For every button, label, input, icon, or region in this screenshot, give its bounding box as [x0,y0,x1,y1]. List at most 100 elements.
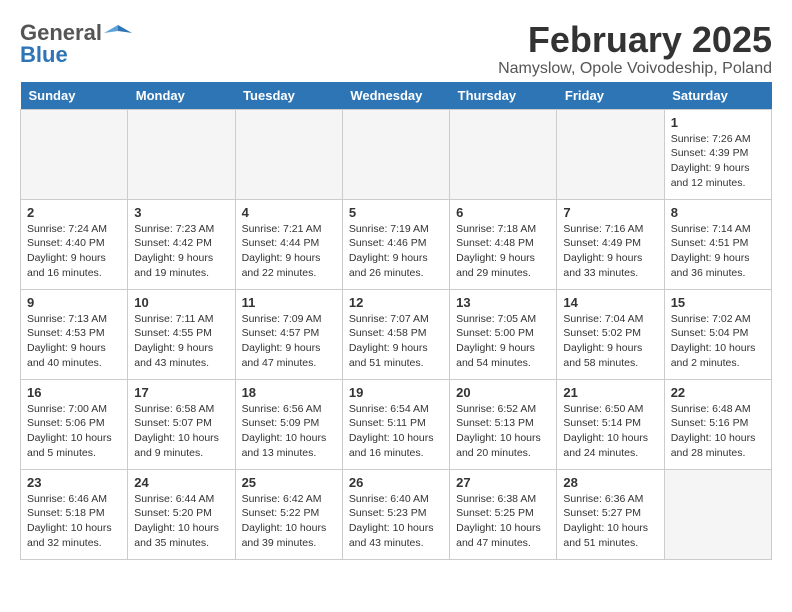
calendar-cell [128,109,235,199]
day-number: 8 [671,205,765,220]
cell-info: Sunrise: 6:42 AM Sunset: 5:22 PM Dayligh… [242,492,336,551]
cell-info: Sunrise: 6:50 AM Sunset: 5:14 PM Dayligh… [563,402,657,461]
calendar-cell [342,109,449,199]
cell-info: Sunrise: 6:48 AM Sunset: 5:16 PM Dayligh… [671,402,765,461]
cell-info: Sunrise: 7:00 AM Sunset: 5:06 PM Dayligh… [27,402,121,461]
col-tuesday: Tuesday [235,82,342,110]
calendar-cell [450,109,557,199]
logo-blue: Blue [20,42,68,68]
calendar-cell: 2 Sunrise: 7:24 AM Sunset: 4:40 PM Daylig… [21,199,128,289]
calendar-cell: 24 Sunrise: 6:44 AM Sunset: 5:20 PM Dayli… [128,469,235,559]
cell-info: Sunrise: 6:40 AM Sunset: 5:23 PM Dayligh… [349,492,443,551]
cell-info: Sunrise: 6:56 AM Sunset: 5:09 PM Dayligh… [242,402,336,461]
cell-info: Sunrise: 7:13 AM Sunset: 4:53 PM Dayligh… [27,312,121,371]
calendar-cell: 7 Sunrise: 7:16 AM Sunset: 4:49 PM Daylig… [557,199,664,289]
cell-info: Sunrise: 6:44 AM Sunset: 5:20 PM Dayligh… [134,492,228,551]
day-number: 27 [456,475,550,490]
calendar-cell: 4 Sunrise: 7:21 AM Sunset: 4:44 PM Daylig… [235,199,342,289]
day-number: 3 [134,205,228,220]
week-row-2: 2 Sunrise: 7:24 AM Sunset: 4:40 PM Daylig… [21,199,772,289]
week-row-3: 9Sunrise: 7:13 AM Sunset: 4:53 PM Daylig… [21,289,772,379]
cell-info: Sunrise: 7:09 AM Sunset: 4:57 PM Dayligh… [242,312,336,371]
day-number: 23 [27,475,121,490]
calendar-cell: 5Sunrise: 7:19 AM Sunset: 4:46 PM Daylig… [342,199,449,289]
calendar-cell: 1Sunrise: 7:26 AM Sunset: 4:39 PM Daylig… [664,109,771,199]
day-number: 28 [563,475,657,490]
day-number: 6 [456,205,550,220]
col-friday: Friday [557,82,664,110]
calendar-cell: 28 Sunrise: 6:36 AM Sunset: 5:27 PM Dayli… [557,469,664,559]
cell-info: Sunrise: 7:18 AM Sunset: 4:48 PM Dayligh… [456,222,550,281]
calendar-cell: 10 Sunrise: 7:11 AM Sunset: 4:55 PM Dayli… [128,289,235,379]
day-number: 7 [563,205,657,220]
calendar-cell: 16 Sunrise: 7:00 AM Sunset: 5:06 PM Dayli… [21,379,128,469]
cell-info: Sunrise: 6:58 AM Sunset: 5:07 PM Dayligh… [134,402,228,461]
day-number: 11 [242,295,336,310]
cell-info: Sunrise: 7:21 AM Sunset: 4:44 PM Dayligh… [242,222,336,281]
cell-info: Sunrise: 6:46 AM Sunset: 5:18 PM Dayligh… [27,492,121,551]
calendar-cell: 21 Sunrise: 6:50 AM Sunset: 5:14 PM Dayli… [557,379,664,469]
calendar-cell: 11 Sunrise: 7:09 AM Sunset: 4:57 PM Dayli… [235,289,342,379]
calendar-cell: 17 Sunrise: 6:58 AM Sunset: 5:07 PM Dayli… [128,379,235,469]
day-number: 14 [563,295,657,310]
cell-info: Sunrise: 7:11 AM Sunset: 4:55 PM Dayligh… [134,312,228,371]
calendar-cell: 26 Sunrise: 6:40 AM Sunset: 5:23 PM Dayli… [342,469,449,559]
logo-bird-icon [104,23,132,43]
calendar-cell: 22 Sunrise: 6:48 AM Sunset: 5:16 PM Dayli… [664,379,771,469]
week-row-4: 16 Sunrise: 7:00 AM Sunset: 5:06 PM Dayli… [21,379,772,469]
calendar-cell [21,109,128,199]
cell-info: Sunrise: 7:23 AM Sunset: 4:42 PM Dayligh… [134,222,228,281]
cell-info: Sunrise: 7:24 AM Sunset: 4:40 PM Dayligh… [27,222,121,281]
calendar-cell: 20 Sunrise: 6:52 AM Sunset: 5:13 PM Dayli… [450,379,557,469]
calendar-table: Sunday Monday Tuesday Wednesday Thursday… [20,82,772,560]
week-row-1: 1Sunrise: 7:26 AM Sunset: 4:39 PM Daylig… [21,109,772,199]
day-number: 10 [134,295,228,310]
col-saturday: Saturday [664,82,771,110]
day-number: 16 [27,385,121,400]
logo: General Blue [20,20,132,68]
day-number: 12 [349,295,443,310]
calendar-cell: 18 Sunrise: 6:56 AM Sunset: 5:09 PM Dayli… [235,379,342,469]
cell-info: Sunrise: 6:36 AM Sunset: 5:27 PM Dayligh… [563,492,657,551]
calendar-cell: 14 Sunrise: 7:04 AM Sunset: 5:02 PM Dayli… [557,289,664,379]
calendar-cell [664,469,771,559]
day-number: 17 [134,385,228,400]
col-wednesday: Wednesday [342,82,449,110]
day-number: 2 [27,205,121,220]
day-number: 15 [671,295,765,310]
cell-info: Sunrise: 6:52 AM Sunset: 5:13 PM Dayligh… [456,402,550,461]
title-area: February 2025 Namyslow, Opole Voivodeshi… [498,20,772,78]
calendar-cell: 8Sunrise: 7:14 AM Sunset: 4:51 PM Daylig… [664,199,771,289]
day-number: 1 [671,115,765,130]
calendar-cell: 12 Sunrise: 7:07 AM Sunset: 4:58 PM Dayli… [342,289,449,379]
day-number: 19 [349,385,443,400]
calendar-cell: 9Sunrise: 7:13 AM Sunset: 4:53 PM Daylig… [21,289,128,379]
cell-info: Sunrise: 7:16 AM Sunset: 4:49 PM Dayligh… [563,222,657,281]
calendar-cell: 23 Sunrise: 6:46 AM Sunset: 5:18 PM Dayli… [21,469,128,559]
calendar-cell: 27Sunrise: 6:38 AM Sunset: 5:25 PM Dayli… [450,469,557,559]
calendar-subtitle: Namyslow, Opole Voivodeship, Poland [498,60,772,78]
day-number: 24 [134,475,228,490]
day-number: 13 [456,295,550,310]
calendar-cell: 6 Sunrise: 7:18 AM Sunset: 4:48 PM Daylig… [450,199,557,289]
header: General Blue February 2025 Namyslow, Opo… [20,20,772,78]
calendar-cell: 19Sunrise: 6:54 AM Sunset: 5:11 PM Dayli… [342,379,449,469]
day-number: 26 [349,475,443,490]
day-number: 21 [563,385,657,400]
cell-info: Sunrise: 7:04 AM Sunset: 5:02 PM Dayligh… [563,312,657,371]
day-number: 4 [242,205,336,220]
col-monday: Monday [128,82,235,110]
calendar-cell: 3 Sunrise: 7:23 AM Sunset: 4:42 PM Daylig… [128,199,235,289]
calendar-cell: 13Sunrise: 7:05 AM Sunset: 5:00 PM Dayli… [450,289,557,379]
week-row-5: 23 Sunrise: 6:46 AM Sunset: 5:18 PM Dayli… [21,469,772,559]
calendar-cell: 25Sunrise: 6:42 AM Sunset: 5:22 PM Dayli… [235,469,342,559]
day-number: 5 [349,205,443,220]
calendar-header-row: Sunday Monday Tuesday Wednesday Thursday… [21,82,772,110]
day-number: 18 [242,385,336,400]
col-thursday: Thursday [450,82,557,110]
cell-info: Sunrise: 7:07 AM Sunset: 4:58 PM Dayligh… [349,312,443,371]
calendar-title: February 2025 [498,20,772,60]
day-number: 22 [671,385,765,400]
col-sunday: Sunday [21,82,128,110]
day-number: 20 [456,385,550,400]
